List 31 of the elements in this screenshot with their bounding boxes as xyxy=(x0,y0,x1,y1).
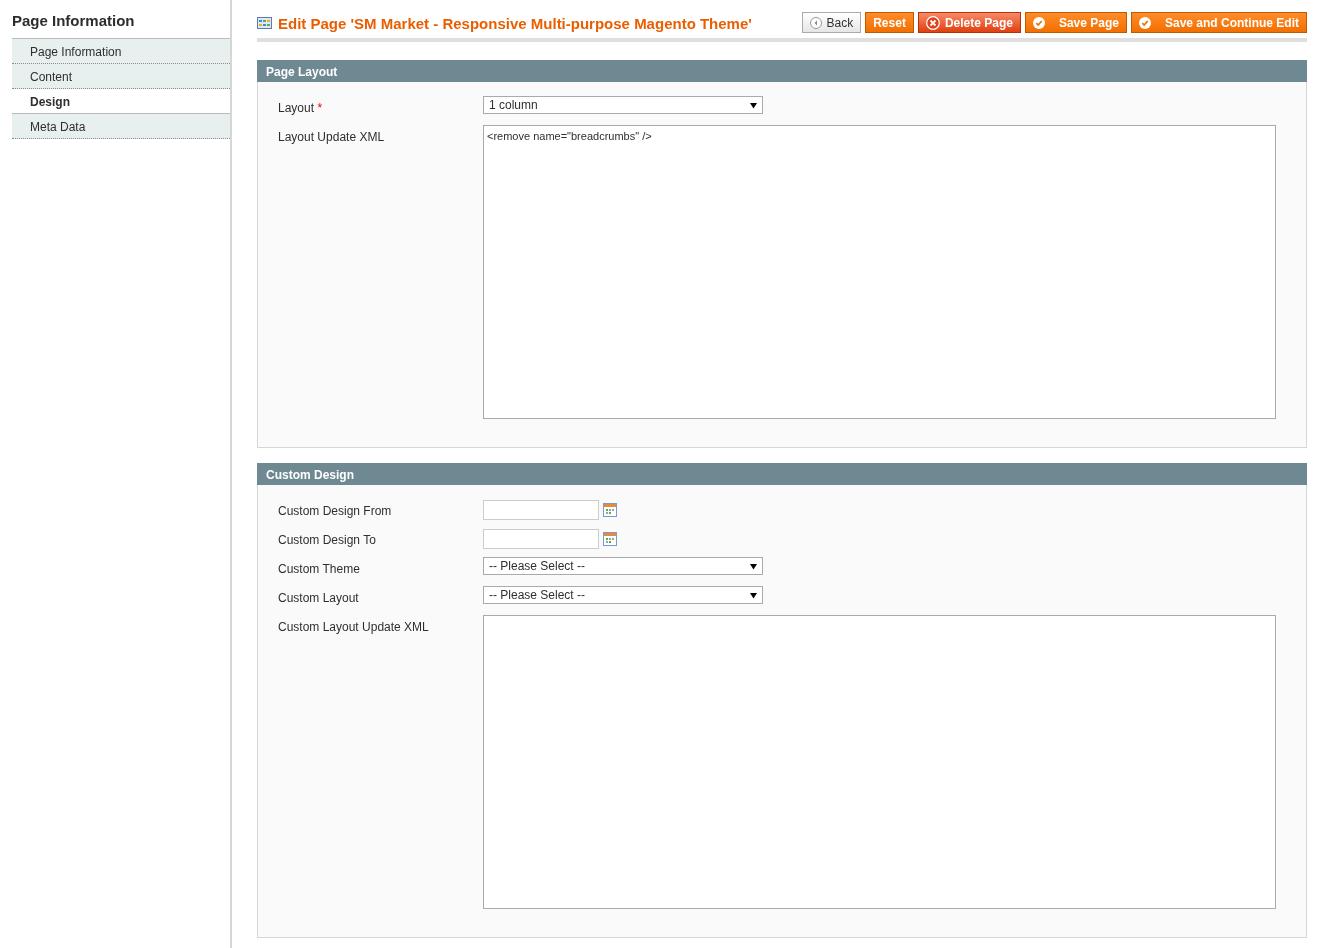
xml-textarea[interactable]: <remove name="breadcrumbs" /> xyxy=(483,125,1276,419)
page-grid-icon xyxy=(257,16,272,29)
sidebar-title: Page Information xyxy=(11,12,136,31)
date-field[interactable] xyxy=(483,528,599,549)
calendar-icon[interactable] xyxy=(603,502,617,517)
check-icon xyxy=(1139,16,1151,29)
field-label: Custom Theme xyxy=(278,561,361,578)
page-title: Edit Page 'SM Market - Responsive Multi-purpose Magento Theme' xyxy=(278,14,753,33)
select-field[interactable]: -- Please Select -- xyxy=(483,557,763,575)
select-field[interactable]: 1 column xyxy=(483,96,763,114)
field-label: Layout Update XML xyxy=(278,129,386,146)
calendar-icon[interactable] xyxy=(603,531,617,546)
field-label: Layout * xyxy=(278,100,324,117)
delete-icon xyxy=(925,15,940,30)
caret-icon xyxy=(750,101,757,109)
select-field[interactable]: -- Please Select -- xyxy=(483,586,763,604)
field-label: Custom Layout xyxy=(278,590,360,607)
field-label: Custom Design To xyxy=(278,532,377,549)
caret-icon xyxy=(750,591,757,599)
check-icon xyxy=(1032,16,1045,29)
xml-textarea[interactable] xyxy=(483,615,1276,909)
section-header: Page Layout xyxy=(257,60,1307,82)
date-field[interactable] xyxy=(483,499,599,520)
section-header: Custom Design xyxy=(257,463,1307,485)
sidebar-tab[interactable]: Page Information xyxy=(12,39,230,64)
field-label: Custom Layout Update XML xyxy=(278,619,430,636)
field-label: Custom Design From xyxy=(278,503,393,520)
sidebar-tab[interactable]: Content xyxy=(12,64,230,89)
caret-icon xyxy=(750,562,757,570)
sidebar-tab[interactable]: Meta Data xyxy=(12,114,230,139)
back-button[interactable]: Back xyxy=(801,12,862,33)
